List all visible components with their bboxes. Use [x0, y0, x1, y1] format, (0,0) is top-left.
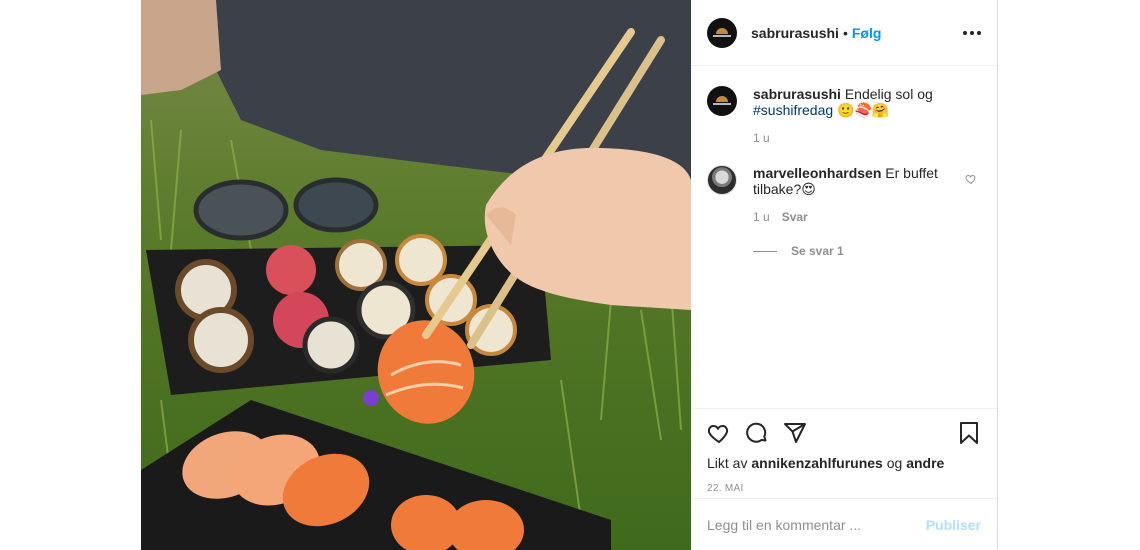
comment-meta: 1 u Svar: [753, 210, 981, 224]
sushi-photo-illustration: [141, 0, 691, 550]
see-replies-button[interactable]: Se svar 1: [753, 244, 981, 258]
hashtag-link[interactable]: #sushifredag: [753, 102, 833, 118]
publish-button[interactable]: Publiser: [926, 517, 981, 533]
commenter-avatar[interactable]: [707, 165, 737, 195]
account-username[interactable]: sabrurasushi: [751, 25, 839, 41]
liked-by-user[interactable]: annikenzahlfurunes: [751, 455, 882, 471]
heart-icon[interactable]: [707, 421, 731, 445]
add-comment-bar: Publiser: [691, 498, 997, 550]
likes-summary: Likt av annikenzahlfurunes og andre: [707, 455, 981, 471]
caption-meta: 1 u: [753, 131, 981, 145]
caption-body: Endelig sol og: [844, 86, 933, 102]
account-avatar[interactable]: [707, 17, 737, 48]
post-date[interactable]: 22. MAI: [707, 483, 981, 494]
comment-author[interactable]: marvelleonhardsen: [753, 165, 881, 181]
small-heart-icon[interactable]: [965, 173, 977, 185]
caption-time[interactable]: 1 u: [753, 131, 770, 145]
separator-dot: •: [842, 24, 848, 41]
comment-time[interactable]: 1 u: [753, 210, 770, 224]
caption-author-avatar[interactable]: [707, 86, 737, 116]
follow-button[interactable]: Følg: [852, 25, 882, 41]
caption-emoji: 🙂🍣🤗: [837, 102, 890, 118]
comment-item: marvelleonhardsen Er buffet tilbake?😍: [707, 165, 981, 197]
post-image[interactable]: [141, 0, 691, 550]
replies-line: [753, 250, 777, 252]
liked-by-others[interactable]: andre: [906, 455, 944, 471]
caption: sabrurasushi Endelig sol og #sushifredag…: [707, 86, 981, 118]
reply-button[interactable]: Svar: [782, 210, 808, 224]
brand-logo-icon: [713, 96, 731, 106]
brand-logo-icon: [713, 27, 731, 38]
bookmark-icon[interactable]: [957, 421, 981, 445]
caption-author[interactable]: sabrurasushi: [753, 86, 841, 102]
share-icon[interactable]: [783, 421, 807, 445]
post-header: sabrurasushi • Følg: [691, 0, 997, 66]
comment-input[interactable]: [707, 516, 926, 533]
comments-section[interactable]: sabrurasushi Endelig sol og #sushifredag…: [691, 66, 997, 408]
likes-conjunction: og: [886, 455, 903, 471]
likes-prefix: Likt av: [707, 455, 748, 471]
caption-text: sabrurasushi Endelig sol og #sushifredag…: [753, 86, 953, 118]
post-actions: Likt av annikenzahlfurunes og andre 22. …: [691, 408, 997, 494]
comment-icon[interactable]: [745, 421, 769, 445]
see-replies-label: Se svar 1: [791, 244, 844, 258]
more-options-icon[interactable]: [963, 24, 981, 42]
comment-text: marvelleonhardsen Er buffet tilbake?😍: [753, 165, 953, 197]
post-side-panel: sabrurasushi • Følg sabrurasushi Endelig…: [691, 0, 998, 550]
action-icons-row: [707, 421, 981, 445]
